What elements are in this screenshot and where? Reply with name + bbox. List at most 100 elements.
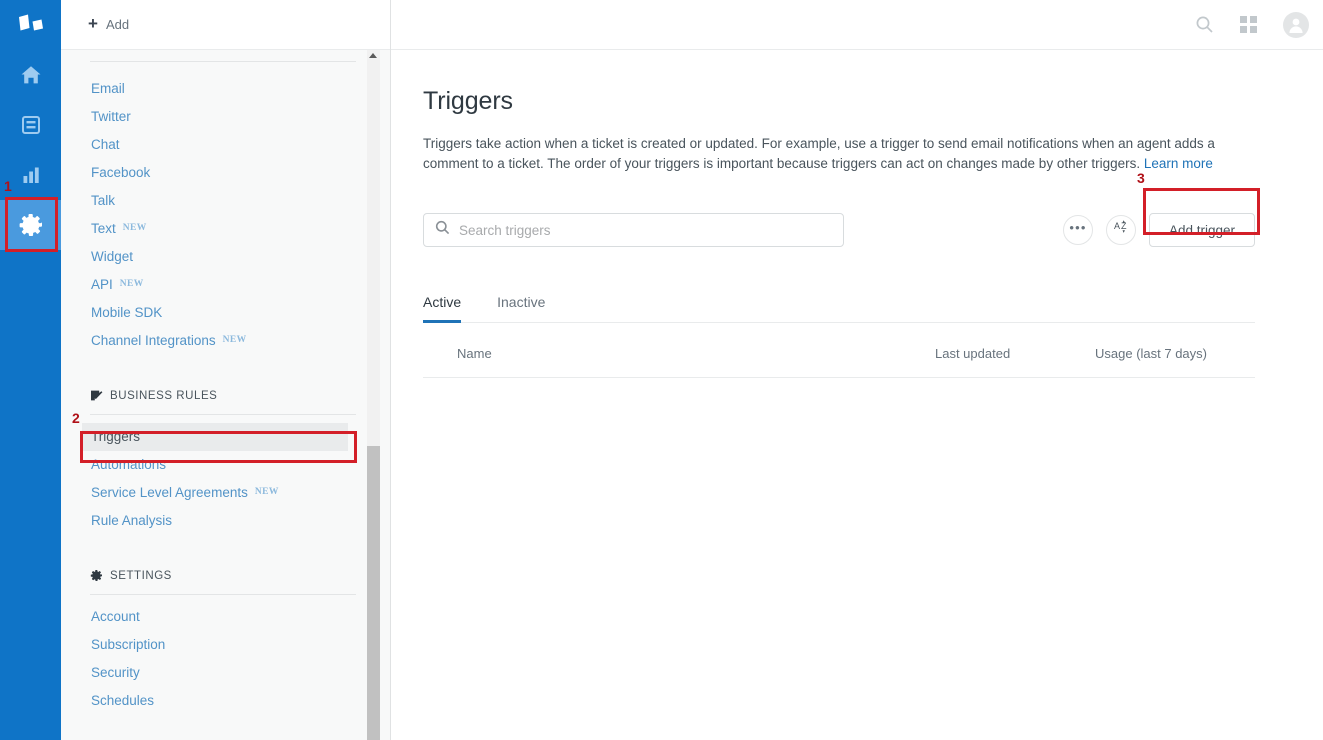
ellipsis-icon: ••• — [1069, 221, 1086, 234]
main-topbar — [391, 0, 1323, 50]
sidebar-item-label: Triggers — [91, 423, 140, 451]
sidebar-topbar: + Add — [61, 0, 390, 50]
column-header-name: Name — [457, 346, 935, 361]
toolbar-actions: ••• A Z Add trigger — [1063, 213, 1255, 247]
search-input[interactable] — [459, 223, 832, 238]
search-icon[interactable] — [1195, 15, 1214, 34]
gear-icon — [90, 569, 103, 582]
reporting-bar-chart-icon — [20, 164, 42, 186]
column-header-last-updated: Last updated — [935, 346, 1095, 361]
gear-icon — [18, 212, 44, 238]
admin-sidebar: + Add Email Twitter Chat Facebook — [61, 0, 391, 740]
sidebar-scrollbar[interactable] — [367, 50, 380, 740]
rail-item-reporting[interactable] — [0, 150, 61, 200]
zendesk-logo[interactable] — [0, 0, 61, 50]
sidebar-item-automations[interactable]: Automations — [90, 451, 369, 479]
home-icon — [19, 63, 43, 87]
apps-grid-icon[interactable] — [1240, 16, 1257, 33]
new-badge: NEW — [255, 478, 279, 506]
plus-icon: + — [88, 15, 98, 32]
section-header-settings: SETTINGS — [90, 569, 369, 582]
triggers-table-header: Name Last updated Usage (last 7 days) — [423, 323, 1255, 378]
sidebar-item-label: Text — [91, 215, 116, 243]
page-description: Triggers take action when a ticket is cr… — [423, 134, 1235, 174]
add-button-label: Add — [106, 17, 129, 32]
settings-list: Account Subscription Security Schedules — [90, 603, 369, 715]
rail-item-views[interactable] — [0, 100, 61, 150]
sidebar-item-channel-integrations[interactable]: Channel Integrations NEW — [90, 327, 369, 355]
sidebar-item-text[interactable]: Text NEW — [90, 215, 369, 243]
rail-item-home[interactable] — [0, 50, 61, 100]
rail-item-admin[interactable] — [0, 200, 61, 250]
check-square-icon — [90, 389, 103, 402]
sort-button[interactable]: A Z — [1106, 215, 1136, 245]
avatar[interactable] — [1283, 12, 1309, 38]
new-badge: NEW — [223, 326, 247, 354]
sidebar-item-triggers[interactable]: Triggers — [82, 423, 348, 451]
section-title: BUSINESS RULES — [110, 390, 217, 402]
sidebar-item-security[interactable]: Security — [90, 659, 369, 687]
app-root: + Add Email Twitter Chat Facebook — [0, 0, 1323, 740]
sidebar-item-label: Service Level Agreements — [91, 479, 248, 507]
sidebar-item-label: API — [91, 271, 113, 299]
sidebar-scroll-area: Email Twitter Chat Facebook Talk Text NE… — [61, 50, 391, 740]
sidebar-item-label: Account — [91, 603, 140, 631]
sidebar-item-account[interactable]: Account — [90, 603, 369, 631]
page-title: Triggers — [423, 87, 1261, 116]
toolbar: ••• A Z Add trigger — [423, 213, 1255, 247]
sidebar-item-api[interactable]: API NEW — [90, 271, 369, 299]
scroll-up-arrow-icon[interactable] — [369, 53, 377, 58]
sidebar-item-rule-analysis[interactable]: Rule Analysis — [90, 507, 369, 535]
add-trigger-button[interactable]: Add trigger — [1149, 213, 1255, 247]
section-divider — [90, 594, 356, 595]
sidebar-item-label: Facebook — [91, 159, 150, 187]
scrollbar-thumb[interactable] — [367, 446, 380, 740]
sidebar-item-email[interactable]: Email — [90, 75, 369, 103]
main-panel: Triggers Triggers take action when a tic… — [391, 0, 1323, 740]
sidebar-item-facebook[interactable]: Facebook — [90, 159, 369, 187]
sidebar-item-label: Mobile SDK — [91, 299, 162, 327]
search-triggers-box[interactable] — [423, 213, 844, 247]
options-menu-button[interactable]: ••• — [1063, 215, 1093, 245]
sidebar-item-subscription[interactable]: Subscription — [90, 631, 369, 659]
new-badge: NEW — [123, 214, 147, 242]
sidebar-item-chat[interactable]: Chat — [90, 131, 369, 159]
section-divider — [90, 414, 356, 415]
page-description-text: Triggers take action when a ticket is cr… — [423, 136, 1215, 171]
add-button[interactable]: + Add — [88, 16, 129, 33]
svg-text:A: A — [1114, 221, 1120, 231]
sidebar-item-schedules[interactable]: Schedules — [90, 687, 369, 715]
sidebar-item-label: Subscription — [91, 631, 165, 659]
sort-alphabetical-icon: A Z — [1111, 218, 1131, 243]
triggers-tabs: Active Inactive — [423, 293, 1255, 323]
sidebar-item-service-level-agreements[interactable]: Service Level Agreements NEW — [90, 479, 369, 507]
sidebar-item-mobile-sdk[interactable]: Mobile SDK — [90, 299, 369, 327]
views-icon — [20, 114, 42, 136]
section-header-business-rules: BUSINESS RULES — [90, 389, 369, 402]
sidebar-top-divider — [90, 61, 356, 62]
sidebar-item-label: Automations — [91, 451, 166, 479]
sidebar-item-label: Security — [91, 659, 140, 687]
sidebar-item-label: Widget — [91, 243, 133, 271]
column-header-usage: Usage (last 7 days) — [1095, 346, 1255, 361]
sidebar-item-label: Chat — [91, 131, 120, 159]
tab-inactive[interactable]: Inactive — [497, 294, 545, 323]
sidebar-item-label: Rule Analysis — [91, 507, 172, 535]
channels-list: Email Twitter Chat Facebook Talk Text NE… — [90, 75, 369, 355]
zendesk-logo-icon — [17, 14, 45, 36]
tab-active[interactable]: Active — [423, 294, 461, 323]
content-area: Triggers Triggers take action when a tic… — [391, 50, 1323, 740]
learn-more-link[interactable]: Learn more — [1144, 156, 1213, 171]
sidebar-item-label: Schedules — [91, 687, 154, 715]
sidebar-item-label: Talk — [91, 187, 115, 215]
new-badge: NEW — [120, 270, 144, 298]
sidebar-item-widget[interactable]: Widget — [90, 243, 369, 271]
sidebar-item-label: Channel Integrations — [91, 327, 216, 355]
product-rail — [0, 0, 61, 740]
section-title: SETTINGS — [110, 570, 172, 582]
business-rules-list: Triggers Automations Service Level Agree… — [90, 423, 369, 535]
sidebar-item-talk[interactable]: Talk — [90, 187, 369, 215]
sidebar-item-twitter[interactable]: Twitter — [90, 103, 369, 131]
sidebar-item-label: Twitter — [91, 103, 131, 131]
sidebar-item-label: Email — [91, 75, 125, 103]
